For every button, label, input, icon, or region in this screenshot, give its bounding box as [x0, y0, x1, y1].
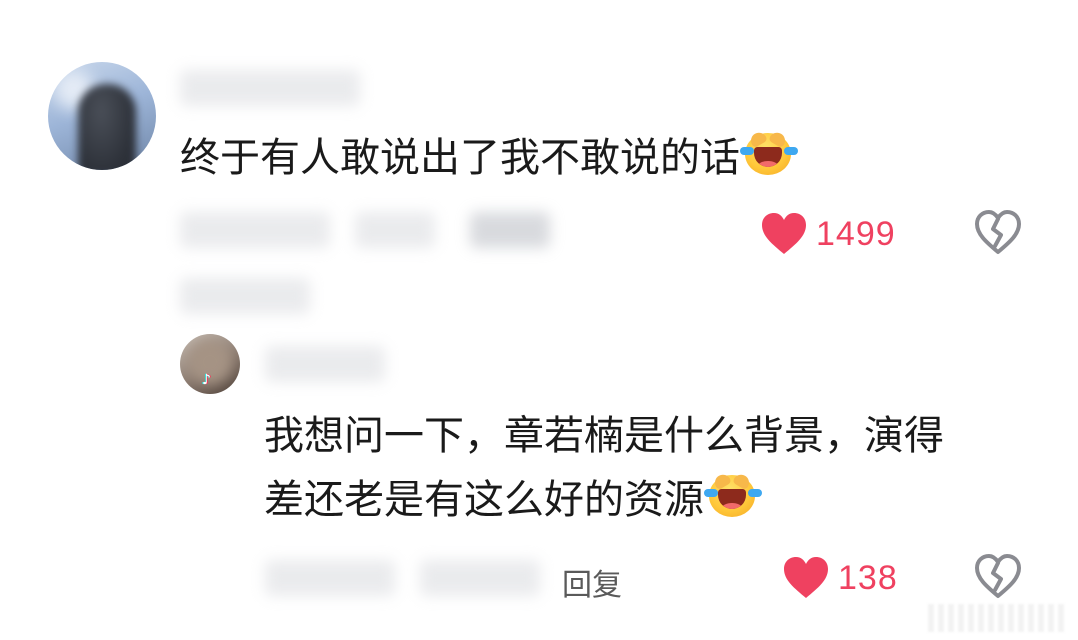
timestamp-blurred — [180, 212, 330, 248]
reply-like-button[interactable]: 138 — [782, 556, 898, 600]
comment-text: 终于有人敢说出了我不敢说的话 — [180, 128, 798, 188]
reply-timestamp-blurred — [265, 560, 395, 596]
heart-icon — [762, 213, 806, 254]
like-button[interactable]: 1499 — [760, 212, 896, 256]
avatar-blur-figure — [78, 84, 136, 170]
crying-laughing-emoji — [704, 471, 762, 519]
heart-icon — [784, 557, 828, 598]
reply-button-blurred[interactable] — [470, 212, 550, 248]
username-blurred[interactable] — [180, 70, 360, 106]
like-count: 1499 — [816, 214, 896, 253]
reply-text-line2: 差还老是有这么好的资源 — [264, 470, 762, 530]
broken-heart-icon[interactable] — [974, 554, 1022, 600]
reply-user-avatar[interactable]: ♪ — [180, 334, 240, 394]
reply-location-blurred — [420, 560, 540, 596]
crying-laughing-emoji — [740, 129, 798, 177]
location-blurred — [355, 212, 435, 248]
tiktok-icon: ♪ — [202, 372, 211, 388]
reply-username-blurred[interactable] — [265, 346, 385, 382]
comment-text-content: 终于有人敢说出了我不敢说的话 — [180, 135, 740, 181]
reply-button[interactable]: 回复 — [562, 560, 622, 604]
broken-heart-icon[interactable] — [974, 210, 1022, 256]
expand-replies-blurred[interactable] — [180, 278, 310, 314]
user-avatar[interactable] — [48, 62, 156, 170]
reply-like-count: 138 — [838, 558, 898, 597]
reply-text-line2-content: 差还老是有这么好的资源 — [264, 477, 704, 523]
watermark — [928, 604, 1068, 632]
reply-text-line1: 我想问一下，章若楠是什么背景，演得 — [264, 413, 944, 459]
